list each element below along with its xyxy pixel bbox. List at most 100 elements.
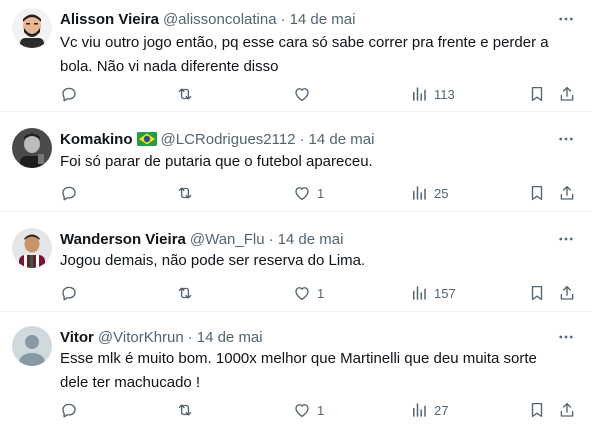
- share-icon: [560, 185, 574, 200]
- action-bar: 113: [0, 82, 592, 106]
- views-chart-icon: [413, 286, 426, 300]
- more-options-button[interactable]: [554, 327, 578, 347]
- views-count: 113: [434, 86, 455, 102]
- more-options-button[interactable]: [554, 129, 578, 149]
- retweet-button[interactable]: [176, 281, 194, 305]
- author-name[interactable]: Vitor: [60, 329, 94, 346]
- likes-count: 1: [317, 402, 325, 418]
- reply-icon: [62, 186, 76, 201]
- views-count: 157: [434, 285, 456, 301]
- post-date[interactable]: 14 de mai: [309, 131, 375, 148]
- like-button[interactable]: [293, 82, 311, 106]
- tweet-text: Foi só parar de putaria que o futebol ap…: [60, 153, 373, 170]
- action-bar: 1 27: [0, 398, 592, 422]
- tweet[interactable]: Wanderson Vieira @Wan_Flu · 14 de mai Jo…: [0, 212, 592, 312]
- action-bar: 1 157: [0, 281, 592, 305]
- share-button[interactable]: [558, 281, 576, 305]
- man-in-jersey-avatar-icon: [12, 228, 52, 268]
- views-button[interactable]: 27: [410, 398, 448, 422]
- reply-icon: [62, 286, 76, 301]
- retweet-button[interactable]: [176, 181, 194, 205]
- tweet[interactable]: Vitor @VitorKhrun · 14 de mai Esse mlk é…: [0, 312, 592, 433]
- retweet-button[interactable]: [176, 82, 194, 106]
- bookmark-icon: [531, 86, 543, 102]
- share-button[interactable]: [558, 181, 576, 205]
- like-button[interactable]: 1: [293, 281, 324, 305]
- tweet[interactable]: Alisson Vieira @alissoncolatina · 14 de …: [0, 0, 592, 112]
- post-date[interactable]: 14 de mai: [278, 231, 344, 248]
- bookmark-icon: [531, 402, 543, 418]
- separator-dot: ·: [280, 10, 286, 28]
- views-chart-icon: [413, 87, 426, 101]
- heart-icon: [295, 187, 309, 201]
- author-handle[interactable]: @alissoncolatina: [163, 11, 277, 28]
- avatar[interactable]: [12, 326, 52, 366]
- avatar[interactable]: [12, 128, 52, 168]
- views-chart-icon: [413, 403, 426, 417]
- bookmark-button[interactable]: [528, 281, 546, 305]
- likes-count: 1: [317, 185, 325, 201]
- views-count: 27: [434, 402, 449, 418]
- more-options-button[interactable]: [554, 9, 578, 29]
- more-dots-icon: [559, 17, 573, 21]
- retweet-icon: [178, 404, 192, 416]
- retweet-icon: [178, 88, 192, 100]
- more-dots-icon: [559, 237, 573, 241]
- post-date[interactable]: 14 de mai: [290, 11, 356, 28]
- bookmark-icon: [531, 185, 543, 201]
- like-button[interactable]: 1: [293, 398, 324, 422]
- tweet[interactable]: Komakino @LCRodrigues2112 · 14 de mai Fo…: [0, 112, 592, 212]
- author-name[interactable]: Komakino: [60, 131, 133, 148]
- share-button[interactable]: [558, 82, 576, 106]
- tweet-text: Jogou demais, não pode ser reserva do Li…: [60, 252, 366, 269]
- share-icon: [560, 86, 574, 101]
- tweet-text: Vc viu outro jogo então, pq esse cara só…: [60, 34, 549, 75]
- bw-photo-avatar-icon: [12, 128, 52, 168]
- separator-dot: ·: [268, 230, 274, 248]
- separator-dot: ·: [299, 130, 305, 148]
- retweet-icon: [178, 287, 192, 299]
- like-button[interactable]: 1: [293, 181, 324, 205]
- bookmark-button[interactable]: [528, 82, 546, 106]
- share-icon: [560, 285, 574, 300]
- reply-button[interactable]: [60, 281, 78, 305]
- share-button[interactable]: [558, 398, 576, 422]
- more-dots-icon: [559, 137, 573, 141]
- bookmark-icon: [531, 285, 543, 301]
- cartoon-man-avatar-icon: [12, 8, 52, 48]
- reply-icon: [62, 403, 76, 418]
- views-button[interactable]: 157: [410, 281, 456, 305]
- author-name[interactable]: Wanderson Vieira: [60, 231, 186, 248]
- likes-count: 1: [317, 285, 325, 301]
- heart-icon: [295, 404, 309, 418]
- reply-button[interactable]: [60, 82, 78, 106]
- separator-dot: ·: [187, 328, 193, 346]
- more-dots-icon: [559, 335, 573, 339]
- bookmark-button[interactable]: [528, 181, 546, 205]
- avatar[interactable]: [12, 8, 52, 48]
- reply-icon: [62, 87, 76, 102]
- bookmark-button[interactable]: [528, 398, 546, 422]
- reply-button[interactable]: [60, 398, 78, 422]
- author-handle[interactable]: @VitorKhrun: [98, 329, 184, 346]
- reply-button[interactable]: [60, 181, 78, 205]
- retweet-icon: [178, 187, 192, 199]
- tweet-text: Esse mlk é muito bom. 1000x melhor que M…: [60, 350, 537, 391]
- views-button[interactable]: 25: [410, 181, 448, 205]
- heart-icon: [295, 88, 309, 102]
- retweet-button[interactable]: [176, 398, 194, 422]
- author-name[interactable]: Alisson Vieira: [60, 11, 159, 28]
- views-count: 25: [434, 185, 449, 201]
- default-avatar-icon: [12, 326, 52, 366]
- views-button[interactable]: 113: [410, 82, 455, 106]
- more-options-button[interactable]: [554, 229, 578, 249]
- brazil-flag-icon: [136, 132, 157, 146]
- author-handle[interactable]: @LCRodrigues2112: [161, 131, 296, 148]
- action-bar: 1 25: [0, 181, 592, 205]
- author-handle[interactable]: @Wan_Flu: [190, 231, 265, 248]
- heart-icon: [295, 287, 309, 301]
- avatar[interactable]: [12, 228, 52, 268]
- views-chart-icon: [413, 186, 426, 200]
- share-icon: [560, 402, 574, 417]
- post-date[interactable]: 14 de mai: [197, 329, 263, 346]
